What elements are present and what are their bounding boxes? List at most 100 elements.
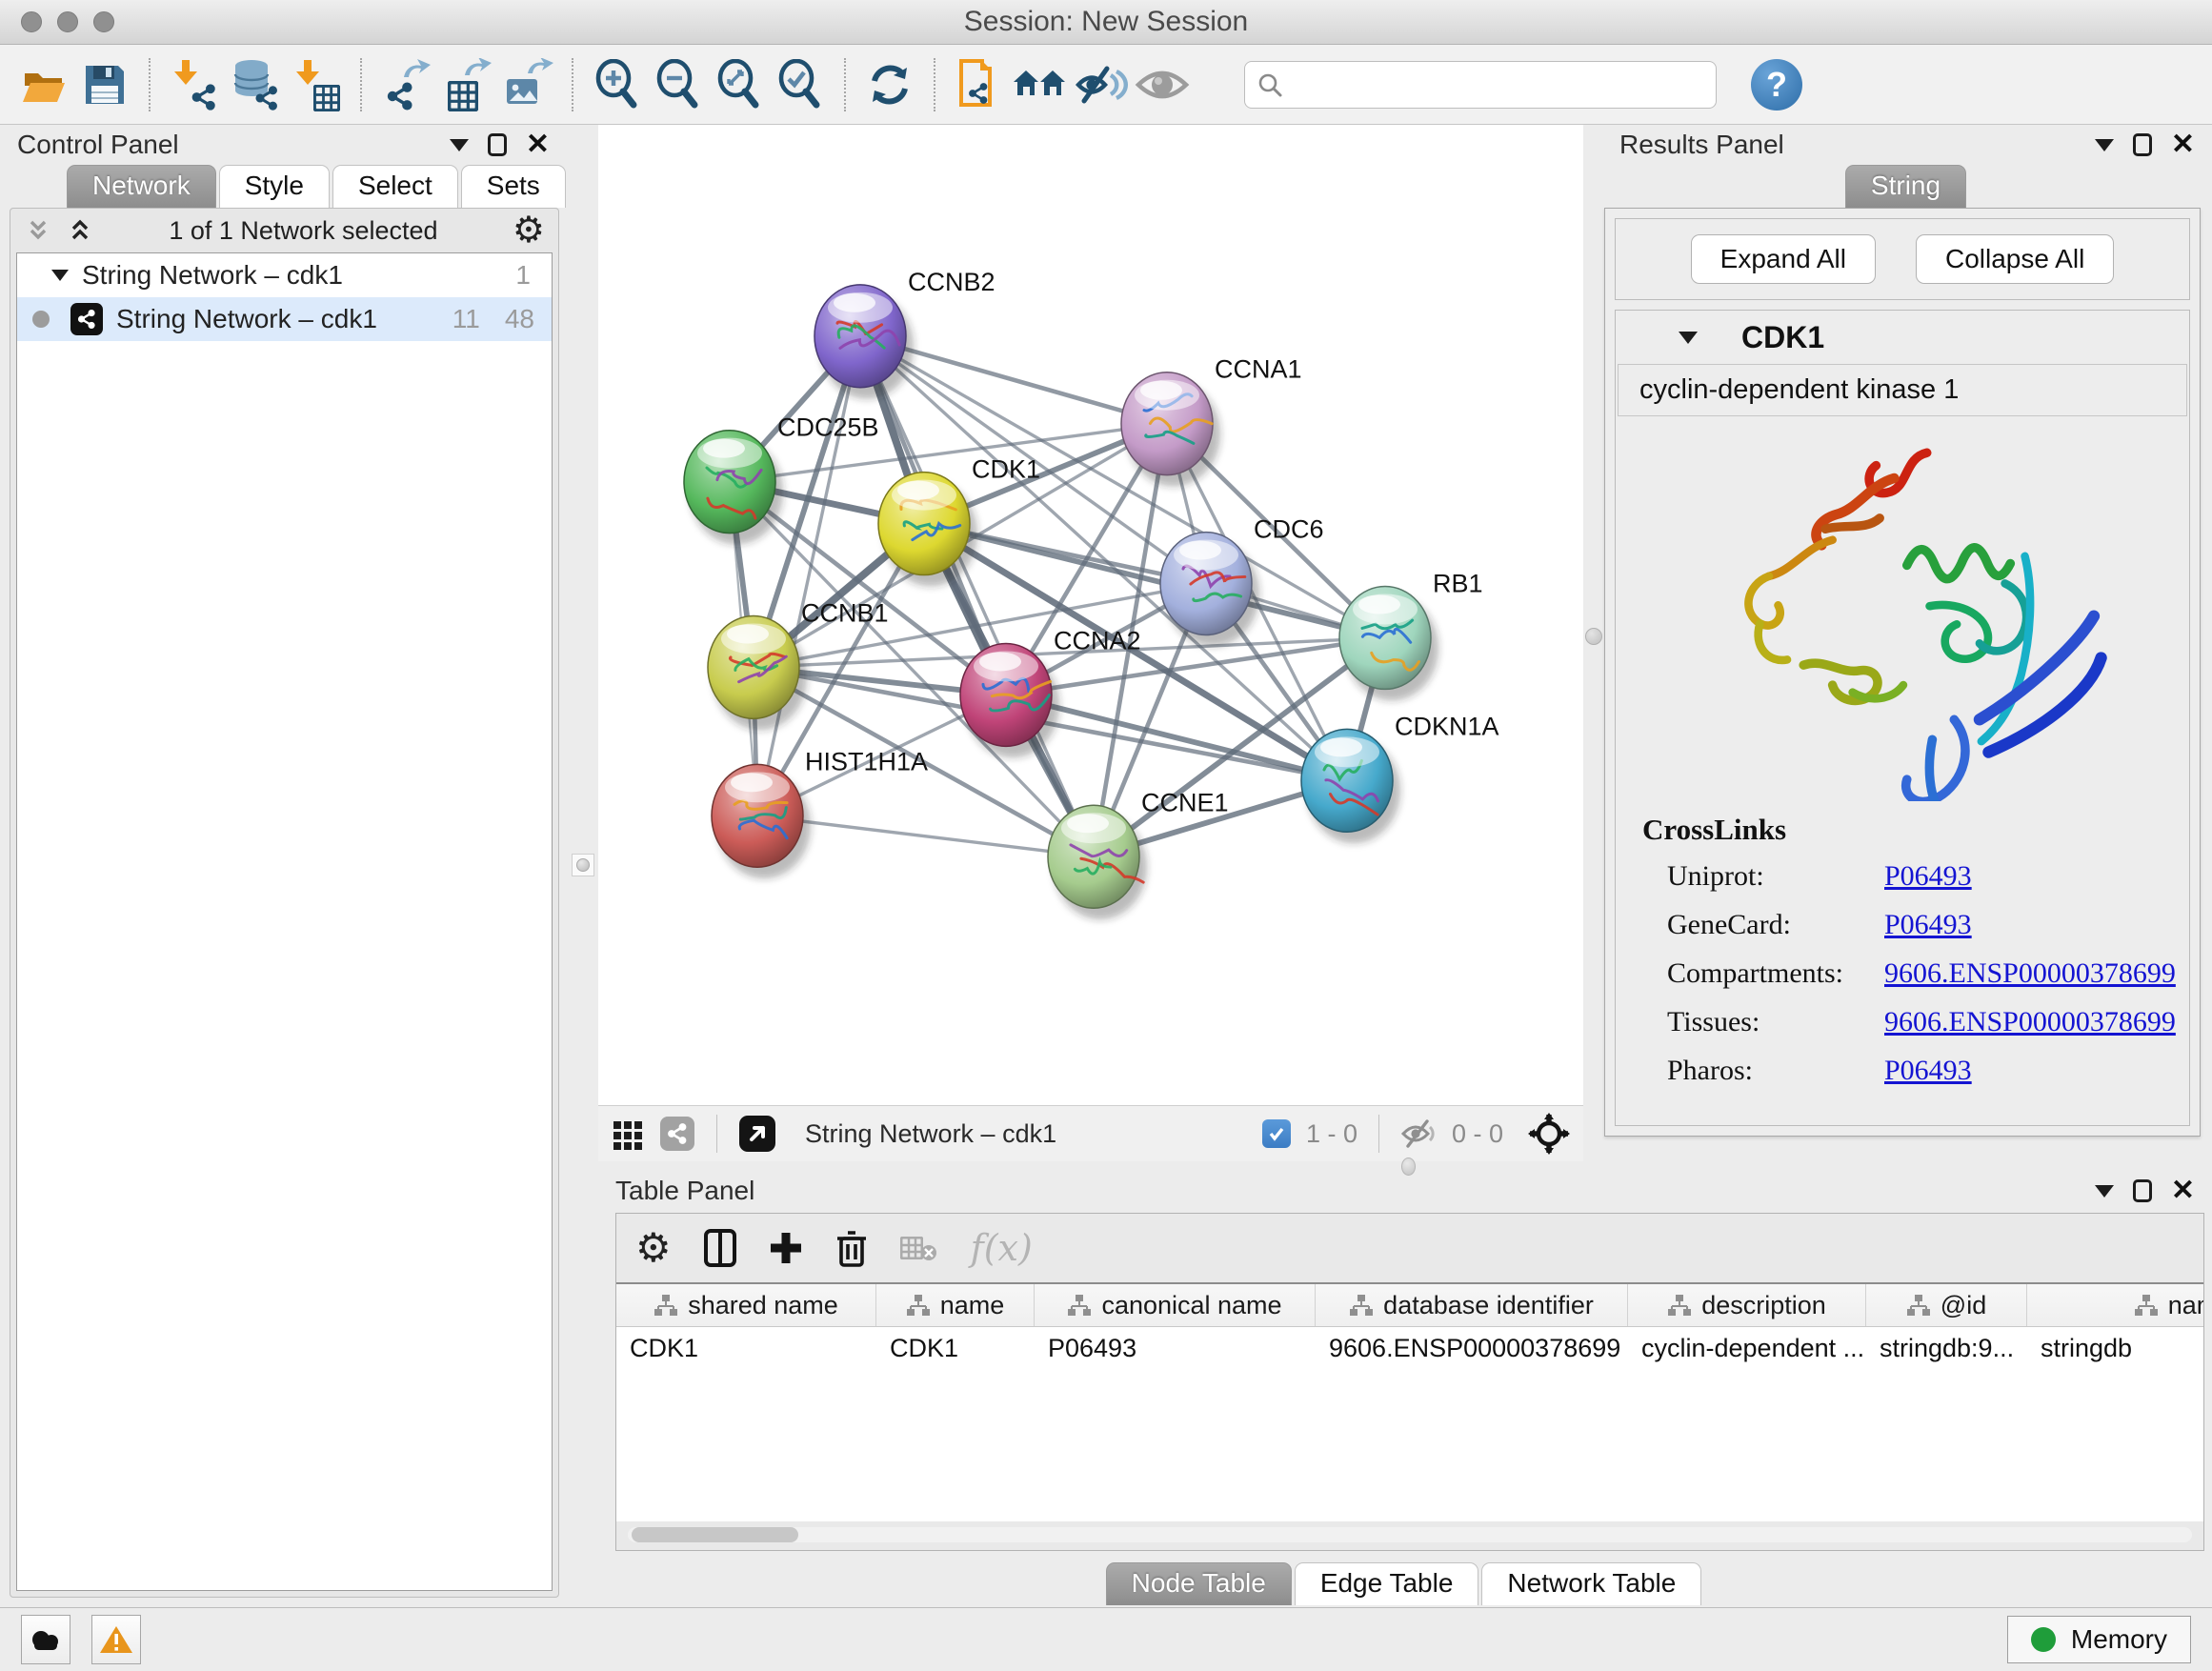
export-network-button[interactable] [375,54,436,115]
horizontal-splitter[interactable] [598,1161,2212,1171]
tree-expand-icon[interactable] [51,270,69,281]
node-HIST1H1A[interactable] [712,764,811,878]
add-column-plus-icon[interactable] [769,1231,803,1265]
close-window-button[interactable] [21,11,42,32]
panel-menu-icon[interactable] [2095,139,2114,151]
column-header-description[interactable]: description [1628,1284,1866,1326]
cell-namespace[interactable]: stringdb [2027,1327,2203,1369]
node-CDC6[interactable] [1160,533,1259,647]
gear-icon[interactable]: ⚙ [513,212,545,249]
tab-node-table[interactable]: Node Table [1106,1562,1292,1605]
tab-string[interactable]: String [1845,165,1966,208]
node-CCNB2[interactable] [814,285,914,399]
node-CDC25B[interactable] [684,431,783,545]
tab-network[interactable]: Network [67,165,216,208]
left-splitter[interactable] [567,125,598,1607]
cloud-status-button[interactable] [21,1615,70,1664]
warnings-button[interactable] [91,1615,141,1664]
float-panel-icon[interactable] [488,133,507,156]
collapse-all-chevron-icon[interactable] [24,216,52,245]
column-header-database-identifier[interactable]: database identifier [1316,1284,1628,1326]
new-network-from-selection-button[interactable] [949,54,1010,115]
network-canvas[interactable]: CCNB2CCNA1CDC25BCDK1CDC6RB1CCNB1CCNA2CDK… [598,125,1583,1105]
compartments-link[interactable]: 9606.ENSP00000378699 [1884,957,2176,990]
float-panel-icon[interactable] [2133,133,2152,156]
table-row[interactable]: CDK1 CDK1 P06493 9606.ENSP00000378699 cy… [616,1327,2203,1369]
selected-checkbox-icon[interactable] [1262,1119,1291,1148]
panel-menu-icon[interactable] [450,139,469,151]
genecard-link[interactable]: P06493 [1884,909,1972,941]
zoom-selected-button[interactable] [770,54,831,115]
column-header-namespace[interactable]: namespace [2027,1284,2203,1326]
zoom-out-button[interactable] [648,54,709,115]
search-field[interactable] [1244,61,1717,109]
save-session-button[interactable] [74,54,135,115]
close-panel-icon[interactable]: ✕ [2171,1177,2195,1205]
column-header-canonical-name[interactable]: canonical name [1035,1284,1316,1326]
close-panel-icon[interactable]: ✕ [2171,131,2195,159]
pharos-link[interactable]: P06493 [1884,1055,1972,1087]
tab-network-table[interactable]: Network Table [1481,1562,1701,1605]
tab-style[interactable]: Style [219,165,330,208]
close-panel-icon[interactable]: ✕ [526,131,550,159]
minimize-window-button[interactable] [57,11,78,32]
import-table-file-button[interactable] [286,54,347,115]
cell-id[interactable]: stringdb:9... [1866,1327,2027,1369]
zoom-in-button[interactable] [587,54,648,115]
collapse-all-button[interactable]: Collapse All [1916,234,2114,284]
node-CCNE1[interactable] [1048,805,1147,919]
refresh-view-button[interactable] [859,54,920,115]
tissues-link[interactable]: 9606.ENSP00000378699 [1884,1006,2176,1038]
panel-menu-icon[interactable] [2095,1185,2114,1198]
birdseye-navigator-icon[interactable] [738,1115,776,1153]
help-button[interactable]: ? [1751,59,1802,111]
tab-select[interactable]: Select [332,165,458,208]
column-header-shared-name[interactable]: shared name [616,1284,876,1326]
navigate-crosshair-icon[interactable] [1528,1113,1570,1155]
cell-description[interactable]: cyclin-dependent ... [1628,1327,1866,1369]
zoom-fit-button[interactable] [709,54,770,115]
export-image-button[interactable] [497,54,558,115]
column-header-name[interactable]: name [876,1284,1035,1326]
expand-all-button[interactable]: Expand All [1691,234,1876,284]
open-session-button[interactable] [13,54,74,115]
delete-column-trash-icon[interactable] [835,1229,868,1267]
table-horizontal-scrollbar[interactable] [628,1527,2192,1542]
tab-sets[interactable]: Sets [461,165,566,208]
import-network-file-button[interactable] [164,54,225,115]
tab-edge-table[interactable]: Edge Table [1295,1562,1479,1605]
node-entry-header[interactable]: CDK1 [1616,311,2189,364]
collapse-entry-icon[interactable] [1679,332,1698,344]
show-all-button[interactable] [1132,54,1193,115]
node-CCNA1[interactable] [1121,372,1220,487]
group-houses-button[interactable] [1010,54,1071,115]
node-RB1[interactable] [1339,587,1438,701]
search-input[interactable] [1283,69,1704,100]
splitter-handle[interactable] [1585,628,1602,645]
show-columns-icon[interactable] [704,1229,736,1267]
cell-database-identifier[interactable]: 9606.ENSP00000378699 [1316,1327,1628,1369]
cell-shared-name[interactable]: CDK1 [616,1327,876,1369]
node-CDKN1A[interactable] [1301,729,1400,843]
maximize-window-button[interactable] [93,11,114,32]
node-CCNA2[interactable] [960,643,1059,757]
hide-selected-button[interactable] [1071,54,1132,115]
splitter-handle[interactable] [572,854,594,876]
network-collection-row[interactable]: String Network – cdk1 1 [17,253,552,297]
export-table-button[interactable] [436,54,497,115]
table-settings-gear-icon[interactable]: ⚙ [635,1228,672,1268]
float-panel-icon[interactable] [2133,1179,2152,1202]
network-row[interactable]: String Network – cdk1 11 48 [17,297,552,341]
uniprot-link[interactable]: P06493 [1884,860,1972,893]
import-network-database-button[interactable] [225,54,286,115]
memory-button[interactable]: Memory [2007,1616,2191,1663]
grid-view-icon[interactable] [612,1117,644,1150]
column-header-id[interactable]: @id [1866,1284,2027,1326]
network-badge-icon[interactable] [659,1116,695,1152]
node-CDK1[interactable] [878,473,977,587]
splitter-handle[interactable] [1401,1158,1416,1176]
network-graph[interactable]: CCNB2CCNA1CDC25BCDK1CDC6RB1CCNB1CCNA2CDK… [598,125,1583,1105]
cell-name[interactable]: CDK1 [876,1327,1035,1369]
scrollbar-thumb[interactable] [632,1527,798,1542]
cell-canonical-name[interactable]: P06493 [1035,1327,1316,1369]
